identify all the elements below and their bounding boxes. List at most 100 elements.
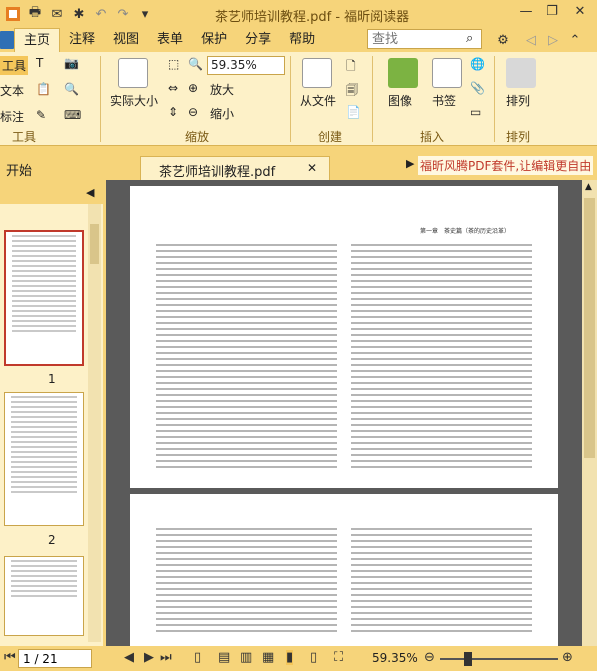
- tab-help[interactable]: 帮助: [280, 28, 324, 52]
- tab-comment[interactable]: 注释: [60, 28, 104, 52]
- from-file-button[interactable]: 从文件: [300, 92, 336, 109]
- create-group-label: 创建: [318, 130, 343, 144]
- close-button[interactable]: ✕: [568, 4, 592, 24]
- sort-button[interactable]: 排列: [506, 92, 530, 109]
- annotate-tool-button[interactable]: 标注: [0, 108, 24, 125]
- pen-icon[interactable]: ✎: [36, 108, 46, 122]
- promo-arrow-icon: ▶: [406, 157, 415, 170]
- single-page-icon[interactable]: ▯: [194, 650, 201, 665]
- zoom-group-label: 缩放: [185, 130, 210, 144]
- redo-icon[interactable]: ↷: [114, 5, 132, 23]
- customize-icon[interactable]: ▾: [136, 5, 154, 23]
- back-icon[interactable]: ◁: [522, 31, 540, 49]
- tab-start[interactable]: 开始: [6, 160, 32, 179]
- zoom-out-icon[interactable]: ⊖: [424, 650, 435, 665]
- zoom-in-icon[interactable]: ⊕: [562, 650, 573, 665]
- zoom-in-button[interactable]: 放大: [210, 81, 234, 98]
- promo-link[interactable]: 福昕风腾PDF套件,让编辑更自由: [418, 156, 594, 175]
- clipboard-icon[interactable]: 📋: [36, 82, 51, 96]
- search-icon[interactable]: ⌕: [466, 31, 473, 46]
- search-input[interactable]: [367, 29, 482, 49]
- snapshot-icon[interactable]: 📷: [64, 56, 79, 70]
- undo-icon[interactable]: ↶: [92, 5, 110, 23]
- zoom-in-icon[interactable]: ⊕: [188, 81, 198, 95]
- page-number-field[interactable]: [18, 649, 92, 668]
- insert-group-label: 插入: [420, 130, 445, 144]
- hand-tool-button[interactable]: 工具: [0, 56, 29, 75]
- scroll-up-icon[interactable]: ▲: [585, 182, 592, 192]
- find-icon[interactable]: 🔍: [64, 82, 79, 96]
- insert-image-button[interactable]: 图像: [388, 92, 412, 109]
- last-page-icon[interactable]: ⏭: [160, 650, 172, 665]
- tab-home[interactable]: 主页: [14, 28, 61, 52]
- continuous-facing-icon[interactable]: ▮: [286, 650, 294, 665]
- app-logo-icon[interactable]: [4, 5, 22, 23]
- blank-page-icon[interactable]: 🗋: [346, 57, 356, 78]
- facing-icon[interactable]: ▥: [240, 650, 252, 665]
- typewriter-icon[interactable]: ⌨: [64, 108, 81, 122]
- settings-icon[interactable]: ⚙: [494, 31, 512, 49]
- tab-document[interactable]: 茶艺师培训教程.pdf ✕: [140, 156, 330, 180]
- first-page-icon[interactable]: ⏮: [4, 650, 16, 665]
- tab-view[interactable]: 视图: [104, 28, 148, 52]
- window-title: 茶艺师培训教程.pdf - 福昕阅读器: [215, 10, 410, 25]
- thumbnail-label: 1: [48, 372, 56, 386]
- continuous-icon[interactable]: ▤: [218, 650, 230, 665]
- scanner-icon[interactable]: 🗐: [346, 81, 358, 102]
- document-view[interactable]: 第一章 茶史篇（茶的历史沿革） ▲: [106, 180, 597, 646]
- actual-size-button[interactable]: 实际大小: [110, 92, 158, 109]
- minimize-button[interactable]: —: [514, 4, 538, 24]
- document-scrollbar[interactable]: ▲: [582, 180, 597, 646]
- select-text-icon[interactable]: T: [36, 56, 43, 70]
- tab-protect[interactable]: 保护: [192, 28, 236, 52]
- scroll-thumb[interactable]: [584, 198, 595, 458]
- sort-icon: [506, 58, 536, 88]
- new-icon[interactable]: ✱: [70, 5, 88, 23]
- sidebar-scrollbar[interactable]: [88, 204, 101, 642]
- scroll-thumb[interactable]: [90, 224, 99, 264]
- print-icon[interactable]: 🖶: [26, 5, 44, 23]
- expand-ribbon-icon[interactable]: ⌃: [566, 31, 584, 49]
- zoom-out-button[interactable]: 缩小: [210, 105, 234, 122]
- close-tab-icon[interactable]: ✕: [307, 161, 317, 175]
- collapse-panel-icon[interactable]: ◀: [86, 186, 94, 199]
- thumbnail-panel: ◀ 1 2: [0, 180, 103, 646]
- email-icon[interactable]: ✉: [48, 5, 66, 23]
- thumbnail-label: 2: [48, 533, 56, 547]
- zoom-level: 59.35%: [372, 651, 418, 665]
- page-thumbnail[interactable]: [4, 230, 84, 366]
- link-icon[interactable]: 🌐: [470, 57, 485, 71]
- title-bar: 🖶 ✉ ✱ ↶ ↷ ▾ 茶艺师培训教程.pdf - 福昕阅读器 — ❐ ✕: [0, 0, 597, 28]
- from-file-icon: [302, 58, 332, 88]
- file-menu-icon[interactable]: [0, 31, 14, 49]
- actual-size-icon: [118, 58, 148, 88]
- fit-visible-icon[interactable]: ⇕: [168, 105, 178, 119]
- next-page-icon[interactable]: ▶: [144, 650, 154, 665]
- page-thumbnail[interactable]: [4, 556, 84, 636]
- insert-bookmark-button[interactable]: 书签: [432, 92, 456, 109]
- zoom-slider[interactable]: [440, 658, 558, 660]
- split-view-icon[interactable]: ▯: [310, 650, 317, 665]
- zoom-slider-handle[interactable]: [464, 652, 472, 666]
- page-thumbnail[interactable]: [4, 392, 84, 526]
- header-icon[interactable]: ▭: [470, 105, 481, 119]
- full-screen-icon[interactable]: ⛶: [334, 650, 343, 665]
- tab-share[interactable]: 分享: [236, 28, 280, 52]
- forward-icon[interactable]: ▷: [544, 31, 562, 49]
- tab-form[interactable]: 表单: [148, 28, 192, 52]
- cover-page-icon[interactable]: ▦: [262, 650, 274, 665]
- zoom-out-icon[interactable]: ⊖: [188, 105, 198, 119]
- fit-page-icon[interactable]: ⬚: [168, 57, 179, 71]
- attachment-icon[interactable]: 📎: [470, 81, 485, 95]
- text-column-right: [351, 240, 532, 472]
- clipboard-create-icon[interactable]: 📄: [346, 105, 361, 119]
- zoom-tool-icon[interactable]: 🔍: [188, 57, 203, 71]
- prev-page-icon[interactable]: ◀: [124, 650, 134, 665]
- fit-width-icon[interactable]: ⇔: [168, 81, 178, 95]
- document-tab-label: 茶艺师培训教程.pdf: [159, 165, 276, 180]
- zoom-select[interactable]: 59.35%: [207, 56, 285, 75]
- bookmark-icon: [432, 58, 462, 88]
- text-tool-button[interactable]: 文本: [0, 82, 24, 99]
- restore-button[interactable]: ❐: [540, 4, 564, 24]
- pdf-page: 第一章 茶史篇（茶的历史沿革）: [130, 186, 558, 488]
